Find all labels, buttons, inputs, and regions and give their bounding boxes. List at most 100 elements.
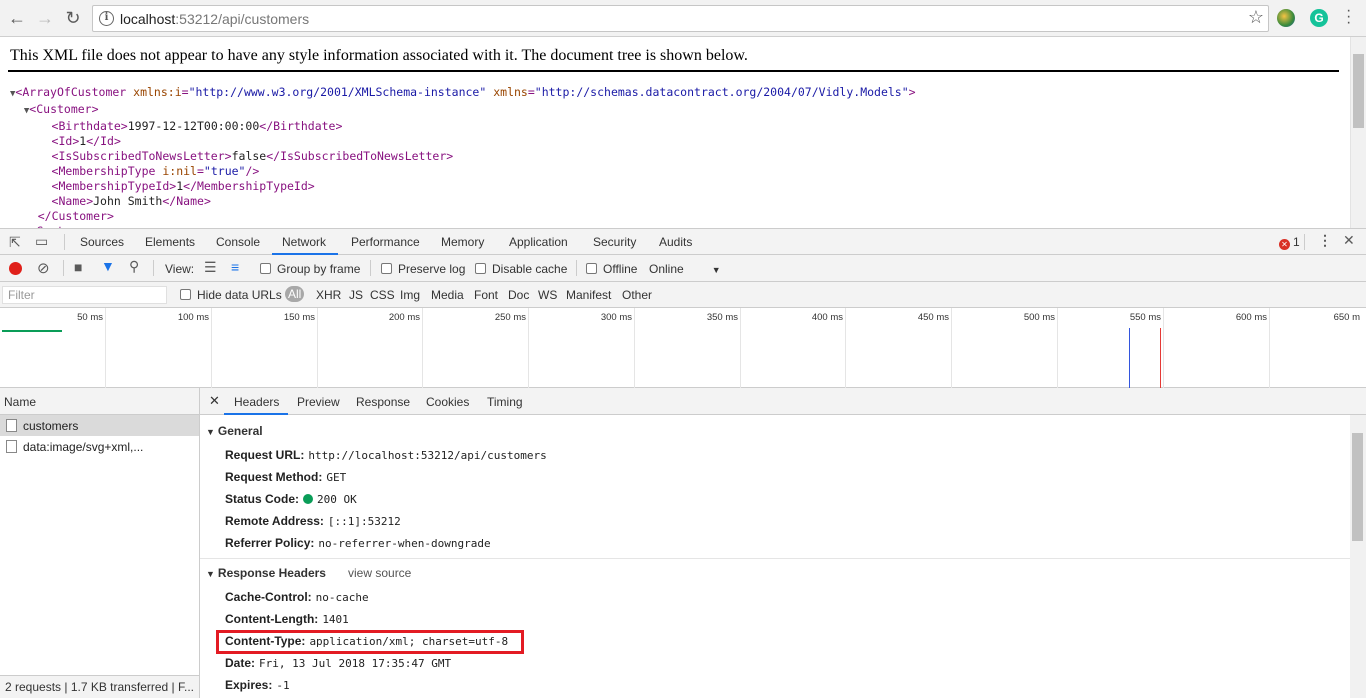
timeline-request-bar [2, 330, 62, 332]
timeline-gridline [105, 308, 106, 388]
checkbox[interactable] [260, 263, 271, 274]
search-icon[interactable]: ⚲ [129, 258, 139, 275]
filter-type-manifest[interactable]: Manifest [566, 288, 611, 302]
filter-type-doc[interactable]: Doc [508, 288, 529, 302]
timeline-gridline [951, 308, 952, 388]
close-devtools-icon[interactable]: ✕ [1343, 232, 1355, 249]
hide-data-urls-checkbox[interactable]: Hide data URLs [180, 288, 282, 302]
general-section-header[interactable]: ▼ General [206, 424, 263, 438]
filter-input[interactable]: Filter [2, 286, 167, 304]
header-row-remote-address: Remote Address: [::1]:53212 [225, 514, 401, 528]
response-headers-section-header[interactable]: ▼ Response Headers [206, 566, 326, 580]
divider [153, 260, 154, 276]
request-row[interactable]: data:image/svg+xml,... [0, 436, 199, 457]
bookmark-star-icon[interactable]: ☆ [1248, 7, 1264, 28]
timeline-gridline [634, 308, 635, 388]
filter-type-img[interactable]: Img [400, 288, 420, 302]
browser-menu-icon[interactable]: · · · [1346, 3, 1351, 31]
header-row-cache-control: Cache-Control: no-cache [225, 590, 369, 604]
filter-type-media[interactable]: Media [431, 288, 464, 302]
throttling-select[interactable]: Online ▼ [649, 262, 721, 276]
inspect-element-icon[interactable]: ⇱ [9, 234, 21, 251]
header-row-request-method: Request Method: GET [225, 470, 347, 484]
checkbox[interactable] [180, 289, 191, 300]
error-counter[interactable]: ✕ 1 [1279, 235, 1300, 250]
load-event-marker [1160, 328, 1161, 388]
divider [1304, 234, 1305, 250]
grammarly-extension-icon[interactable]: G [1310, 9, 1328, 27]
tab-application[interactable]: Application [509, 235, 568, 249]
offline-checkbox[interactable]: Offline [586, 262, 637, 276]
record-icon[interactable] [9, 262, 22, 275]
filter-type-other[interactable]: Other [622, 288, 652, 302]
tab-timing[interactable]: Timing [487, 395, 523, 409]
request-row[interactable]: customers [0, 415, 199, 436]
reload-icon[interactable]: ↻ [62, 7, 84, 29]
domcontentloaded-marker [1129, 328, 1130, 388]
detail-scrollbar[interactable] [1350, 415, 1366, 698]
detail-scrollbar-thumb[interactable] [1352, 433, 1363, 541]
timeline-tick-label: 600 ms [1235, 312, 1267, 323]
address-bar[interactable]: i localhost:53212/api/customers ☆ [92, 5, 1269, 32]
tab-console[interactable]: Console [216, 235, 260, 249]
filter-type-xhr[interactable]: XHR [316, 288, 341, 302]
checkbox[interactable] [475, 263, 486, 274]
tab-cookies[interactable]: Cookies [426, 395, 469, 409]
headers-content: ▼ General Request URL: http://localhost:53… [200, 415, 1350, 698]
checkbox[interactable] [381, 263, 392, 274]
info-icon[interactable]: i [99, 11, 114, 26]
timeline-tick-label: 450 ms [917, 312, 949, 323]
divider [370, 260, 371, 276]
timeline-tick-label: 300 ms [600, 312, 632, 323]
name-column-header[interactable]: Name [0, 388, 199, 415]
page-scrollbar-thumb[interactable] [1353, 54, 1364, 128]
tab-headers[interactable]: Headers [234, 395, 279, 409]
request-list: Name customers data:image/svg+xml,... 2 … [0, 388, 200, 698]
group-by-frame-checkbox[interactable]: Group by frame [260, 262, 360, 276]
extension-globe-icon[interactable] [1277, 9, 1295, 27]
timeline-tick-label: 350 ms [706, 312, 738, 323]
status-ok-icon [303, 494, 314, 504]
view-label: View: [165, 262, 195, 276]
header-row-referrer-policy: Referrer Policy: no-referrer-when-downgra… [225, 536, 491, 550]
request-detail: ✕ Headers Preview Response Cookies Timin… [200, 388, 1366, 698]
tab-preview[interactable]: Preview [297, 395, 340, 409]
timeline-tick-label: 100 ms [177, 312, 209, 323]
tab-elements[interactable]: Elements [145, 235, 195, 249]
clear-icon[interactable]: ⊘ [37, 259, 50, 277]
divider [63, 260, 64, 276]
xml-divider [8, 70, 1339, 72]
filter-type-font[interactable]: Font [474, 288, 498, 302]
filter-type-js[interactable]: JS [349, 288, 363, 302]
tab-performance[interactable]: Performance [351, 235, 420, 249]
filter-icon[interactable]: ▼ [101, 258, 115, 274]
view-source-link[interactable]: view source [348, 566, 411, 580]
tab-memory[interactable]: Memory [441, 235, 484, 249]
disable-cache-checkbox[interactable]: Disable cache [475, 262, 567, 276]
tab-response[interactable]: Response [356, 395, 410, 409]
timeline-tick-label: 250 ms [494, 312, 526, 323]
checkbox[interactable] [586, 263, 597, 274]
waterfall-overview-icon[interactable]: ≡ [231, 259, 239, 275]
tab-network[interactable]: Network [282, 235, 326, 249]
back-arrow-icon[interactable]: ← [6, 7, 28, 29]
timeline-tick-label: 650 m [1333, 312, 1360, 323]
filter-type-ws[interactable]: WS [538, 288, 557, 302]
close-detail-icon[interactable]: ✕ [209, 393, 220, 409]
expand-triangle-icon: ▼ [206, 427, 215, 437]
tab-security[interactable]: Security [593, 235, 636, 249]
page-scrollbar[interactable] [1350, 37, 1366, 228]
capture-screenshots-icon[interactable]: ■ [74, 259, 82, 275]
filter-type-all[interactable]: All [285, 286, 305, 302]
preserve-log-checkbox[interactable]: Preserve log [381, 262, 465, 276]
devtools-menu-icon[interactable]: ⋮ [1318, 232, 1332, 249]
timeline-tick-label: 500 ms [1023, 312, 1055, 323]
tab-audits[interactable]: Audits [659, 235, 692, 249]
timeline-gridline [845, 308, 846, 388]
tab-sources[interactable]: Sources [80, 235, 124, 249]
device-toolbar-icon[interactable]: ▭ [35, 233, 48, 250]
large-rows-icon[interactable]: ☰ [204, 259, 217, 276]
forward-arrow-icon[interactable]: → [34, 7, 56, 29]
filter-type-css[interactable]: CSS [370, 288, 395, 302]
network-overview-timeline[interactable]: 50 ms 100 ms 150 ms 200 ms 250 ms 300 ms… [0, 308, 1366, 388]
